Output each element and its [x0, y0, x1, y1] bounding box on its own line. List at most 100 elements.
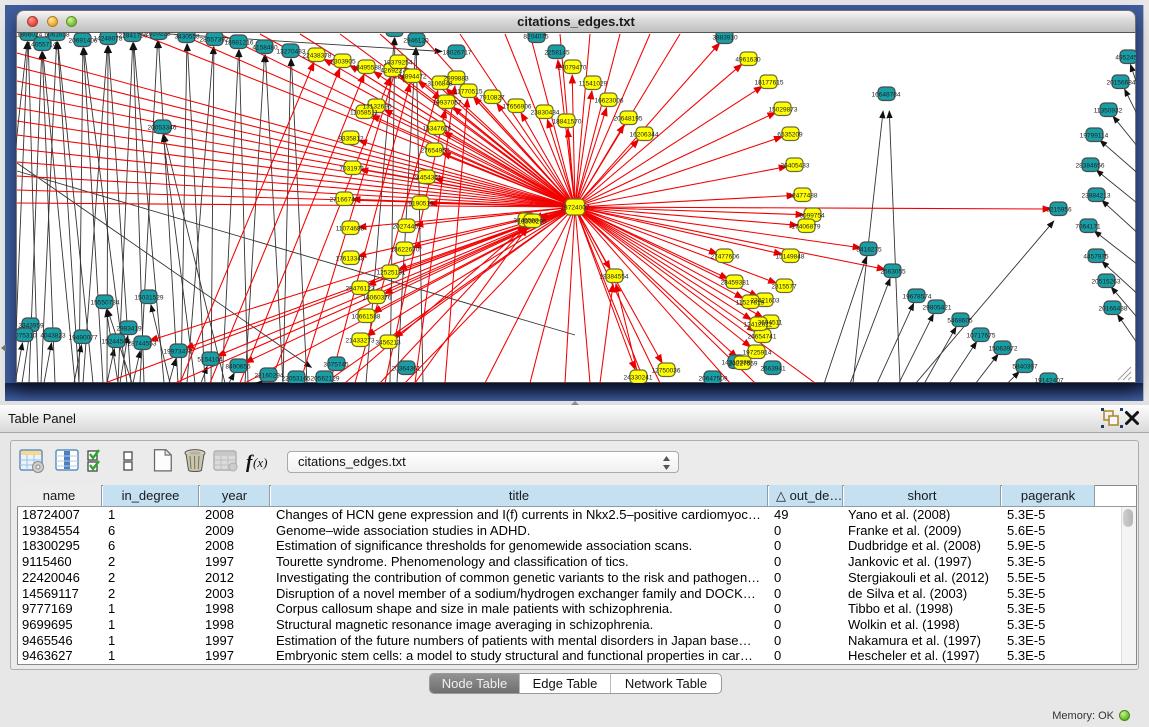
- svg-text:19973477: 19973477: [164, 349, 193, 356]
- svg-text:6061658: 6061658: [44, 33, 70, 39]
- svg-text:15063972: 15063972: [989, 346, 1018, 353]
- svg-text:19799114: 19799114: [1080, 133, 1109, 140]
- svg-text:3883910: 3883910: [712, 35, 738, 42]
- svg-text:4043823: 4043823: [40, 333, 66, 340]
- svg-text:16060376: 16060376: [363, 295, 392, 302]
- svg-text:7031971: 7031971: [339, 166, 365, 173]
- svg-text:27166740: 27166740: [330, 197, 359, 204]
- svg-text:12412612: 12412612: [744, 322, 773, 329]
- svg-text:19937057: 19937057: [433, 100, 462, 107]
- svg-text:3075745: 3075745: [323, 362, 349, 369]
- svg-text:25476122: 25476122: [346, 286, 375, 293]
- svg-text:20364361: 20364361: [392, 366, 421, 373]
- svg-text:23884213: 23884213: [1082, 193, 1111, 200]
- svg-text:13270483: 13270483: [277, 49, 306, 56]
- svg-text:19678574: 19678574: [903, 294, 932, 301]
- svg-text:11866024: 11866024: [16, 33, 43, 39]
- svg-text:10717675: 10717675: [967, 333, 996, 340]
- svg-text:20156684: 20156684: [1107, 80, 1136, 87]
- svg-text:19142407: 19142407: [1035, 378, 1064, 384]
- svg-text:2999883: 2999883: [443, 76, 469, 83]
- svg-text:6099754: 6099754: [799, 213, 825, 220]
- svg-text:28459381: 28459381: [721, 280, 750, 287]
- svg-text:26654741: 26654741: [748, 334, 777, 341]
- svg-text:18724007: 18724007: [561, 205, 590, 212]
- svg-text:27654952: 27654952: [421, 148, 450, 155]
- svg-text:2258145: 2258145: [544, 50, 570, 57]
- svg-text:2663941: 2663941: [760, 366, 786, 373]
- svg-text:15347616: 15347616: [423, 126, 452, 133]
- svg-text:24454361: 24454361: [413, 175, 442, 182]
- svg-text:2563055: 2563055: [880, 269, 906, 276]
- svg-text:20274461: 20274461: [393, 224, 422, 231]
- svg-text:18841570: 18841570: [553, 119, 582, 126]
- svg-text:7064171: 7064171: [1075, 224, 1101, 231]
- svg-text:19384554: 19384554: [600, 274, 629, 281]
- svg-text:24894472: 24894472: [398, 74, 427, 81]
- svg-text:19379254: 19379254: [384, 60, 413, 67]
- svg-text:15244500: 15244500: [102, 339, 131, 346]
- svg-text:12525131: 12525131: [377, 270, 406, 277]
- svg-text:20555120: 20555120: [381, 33, 410, 35]
- svg-text:18026717: 18026717: [443, 50, 472, 57]
- svg-text:12477488: 12477488: [789, 193, 818, 200]
- svg-text:5154104: 5154104: [197, 357, 223, 364]
- svg-text:28384656: 28384656: [1076, 163, 1105, 170]
- svg-text:22841736: 22841736: [119, 33, 148, 40]
- svg-text:4158480: 4158480: [252, 45, 278, 52]
- svg-text:22160294: 22160294: [255, 373, 284, 380]
- svg-text:20227559: 20227559: [729, 361, 758, 368]
- svg-text:17406879: 17406879: [792, 224, 821, 231]
- svg-text:12750036: 12750036: [652, 368, 681, 375]
- svg-text:16206344: 16206344: [630, 132, 659, 139]
- svg-text:10661588: 10661588: [352, 314, 381, 321]
- svg-text:23830434: 23830434: [531, 110, 560, 117]
- svg-text:3456213: 3456213: [375, 340, 401, 347]
- svg-text:4457975: 4457975: [1083, 254, 1109, 261]
- svg-text:18177615: 18177615: [755, 80, 784, 87]
- svg-text:3430558: 3430558: [174, 34, 200, 41]
- svg-text:22438378: 22438378: [303, 53, 332, 60]
- svg-text:19725914: 19725914: [743, 350, 772, 357]
- svg-text:11350932: 11350932: [1094, 108, 1123, 115]
- svg-text:13495588: 13495588: [353, 65, 382, 72]
- svg-text:11058511: 11058511: [350, 110, 378, 117]
- svg-text:2946120: 2946120: [403, 38, 429, 45]
- svg-text:18622670: 18622670: [391, 247, 420, 254]
- svg-text:19490077: 19490077: [69, 335, 98, 342]
- svg-text:(x): (x): [253, 455, 267, 470]
- svg-text:8204075: 8204075: [523, 34, 549, 41]
- svg-text:20053346: 20053346: [148, 125, 177, 132]
- svg-text:15029873: 15029873: [769, 107, 798, 114]
- svg-text:8418275: 8418275: [856, 247, 882, 254]
- svg-text:20648195: 20648195: [614, 116, 643, 123]
- svg-text:9075310: 9075310: [16, 333, 37, 340]
- svg-text:11541029: 11541029: [579, 81, 608, 88]
- svg-text:20166438: 20166438: [1099, 306, 1128, 313]
- svg-text:16623006: 16623006: [595, 98, 624, 105]
- svg-text:17613348: 17613348: [336, 256, 365, 263]
- svg-text:15031529: 15031529: [135, 295, 164, 302]
- svg-text:11074688: 11074688: [336, 226, 365, 233]
- svg-text:18981216: 18981216: [225, 40, 254, 47]
- svg-text:2620223: 2620223: [145, 33, 171, 38]
- svg-text:9335812: 9335812: [338, 136, 364, 143]
- svg-text:15550734: 15550734: [91, 300, 120, 307]
- svg-text:20562129: 20562129: [311, 376, 340, 383]
- svg-text:3215956: 3215956: [1046, 207, 1072, 214]
- svg-text:24330241: 24330241: [624, 375, 653, 382]
- svg-text:27079470: 27079470: [558, 65, 587, 72]
- svg-text:21433273: 21433273: [346, 338, 375, 345]
- svg-text:7910827: 7910827: [479, 95, 505, 102]
- svg-text:11527619: 11527619: [736, 300, 765, 307]
- svg-text:15149848: 15149848: [776, 254, 805, 261]
- svg-text:8490656: 8490656: [225, 364, 251, 371]
- svg-text:16648784: 16648784: [872, 92, 901, 99]
- svg-text:9190519: 9190519: [408, 201, 434, 208]
- svg-text:27477606: 27477606: [711, 254, 740, 261]
- svg-text:26405433: 26405433: [781, 163, 810, 170]
- svg-text:2983419: 2983419: [116, 326, 142, 333]
- svg-text:14055714: 14055714: [28, 42, 57, 49]
- svg-text:20515263: 20515263: [1092, 279, 1121, 286]
- svg-text:3343959: 3343959: [18, 323, 44, 330]
